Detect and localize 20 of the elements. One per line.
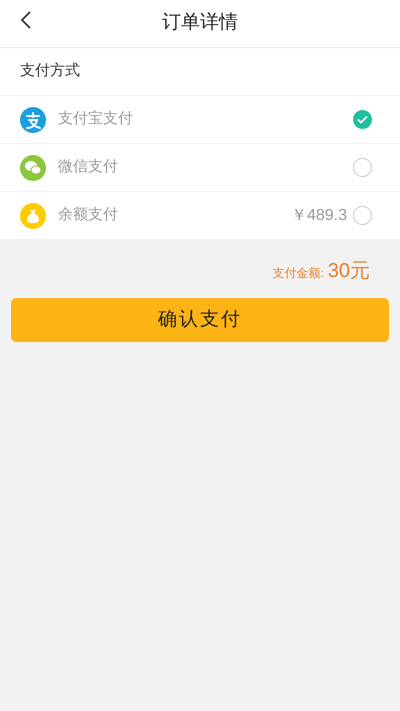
amount-label: 支付金额:	[272, 265, 324, 282]
radio-checked[interactable]	[353, 110, 372, 129]
payment-option[interactable]: 余额支付 ￥489.3	[0, 192, 400, 240]
page-title: 订单详情	[162, 11, 238, 36]
balance-amount: ￥489.3	[290, 206, 347, 226]
payment-option[interactable]: 微信支付	[0, 144, 400, 192]
option-label: 支付宝支付	[58, 109, 134, 130]
section-title: 支付方式	[20, 61, 80, 82]
chat-bubbles-icon	[20, 154, 46, 180]
check-icon	[357, 115, 368, 124]
radio-button[interactable]	[353, 158, 372, 177]
back-button[interactable]	[20, 10, 32, 30]
amount-value: 30元	[328, 259, 370, 284]
option-label: 余额支付	[58, 205, 119, 226]
payment-option[interactable]: 支付宝支付	[0, 96, 400, 144]
payment-icon	[20, 106, 46, 132]
radio-button[interactable]	[353, 206, 372, 225]
money-bag-icon	[20, 202, 46, 228]
confirm-pay-button[interactable]: 确认支付	[11, 298, 389, 342]
option-label: 微信支付	[58, 157, 119, 178]
